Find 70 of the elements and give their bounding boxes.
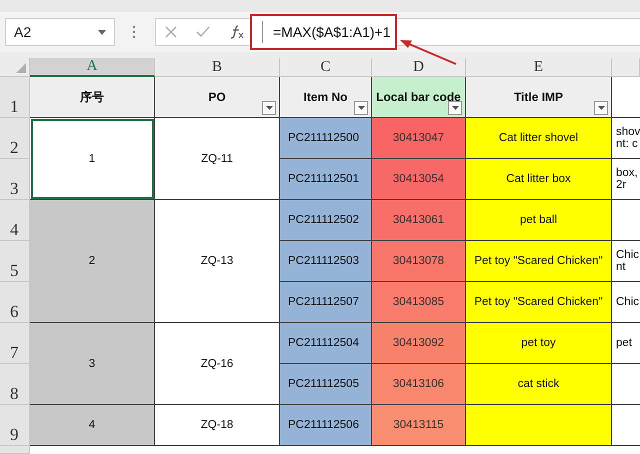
table-cell: 4	[30, 405, 155, 446]
table-cell: pet toy	[466, 323, 612, 364]
table-cell: 30413092	[372, 323, 466, 364]
table-cell: 2	[30, 200, 155, 323]
table-cell: 30413078	[372, 241, 466, 282]
table-cell: pet ball	[466, 200, 612, 241]
table-cell: ZQ-18	[155, 405, 280, 446]
table-cell: PC211112505	[280, 364, 372, 405]
table-cell: PC211112506	[280, 405, 372, 446]
table-cell: 30413085	[372, 282, 466, 323]
table-cell: PC211112503	[280, 241, 372, 282]
header-text: Title IMP	[514, 90, 564, 104]
table-cell: cat stick	[466, 364, 612, 405]
more-icon[interactable]	[131, 25, 137, 39]
table-cell: 30413054	[372, 159, 466, 200]
table-cell: ZQ-16	[155, 323, 280, 405]
table-cell: PC211112500	[280, 118, 372, 159]
table-cell: PC211112504	[280, 323, 372, 364]
column-header[interactable]: A	[30, 58, 155, 77]
caret-icon	[266, 106, 272, 110]
table-cell: PC211112507	[280, 282, 372, 323]
table-cell: Pet toy "Scared Chicken"	[466, 282, 612, 323]
filter-button[interactable]	[354, 101, 368, 115]
table-cell: PC211112502	[280, 200, 372, 241]
caret-icon	[598, 106, 604, 110]
table-cell: ZQ-11	[155, 118, 280, 200]
header-text: Local bar code	[376, 90, 461, 104]
table-cell: Chic	[612, 282, 640, 323]
table-cell: box, 2r	[612, 159, 640, 200]
check-icon[interactable]	[196, 26, 210, 38]
table-cell: Cat litter box	[466, 159, 612, 200]
row-header[interactable]: 8	[0, 364, 30, 405]
table-cell: PC211112501	[280, 159, 372, 200]
table-cell: 3	[30, 323, 155, 405]
column-header[interactable]: D	[372, 58, 466, 77]
table-cell: shov nt: c	[612, 118, 640, 159]
table-cell: 30413047	[372, 118, 466, 159]
table-cell: Pet toy "Scared Chicken"	[466, 241, 612, 282]
row-header[interactable]: 6	[0, 282, 30, 323]
row-header[interactable]: 3	[0, 159, 30, 200]
header-text: PO	[208, 90, 226, 104]
filter-button[interactable]	[594, 101, 608, 115]
dropdown-icon[interactable]	[98, 30, 106, 34]
row-header[interactable]: 5	[0, 241, 30, 282]
row-header[interactable]: 9	[0, 405, 30, 446]
row-header[interactable]: 1	[0, 77, 30, 118]
table-cell: Cat litter shovel	[466, 118, 612, 159]
row-header[interactable]: 2	[0, 118, 30, 159]
filter-button[interactable]	[448, 101, 462, 115]
function-icon[interactable]	[228, 25, 245, 39]
column-header[interactable]: E	[466, 58, 612, 77]
row-header[interactable]: 4	[0, 200, 30, 241]
table-cell: pet	[612, 323, 640, 364]
table-cell: Chic nt	[612, 241, 640, 282]
table-cell: 30413115	[372, 405, 466, 446]
header-text: Item No	[303, 90, 348, 104]
cell-reference: A2	[14, 24, 32, 40]
table-cell: ZQ-13	[155, 200, 280, 323]
filter-button[interactable]	[262, 101, 276, 115]
table-cell: 30413061	[372, 200, 466, 241]
formula-text[interactable]: =MAX($A$1:A1)+1	[273, 24, 391, 40]
column-header[interactable]: C	[280, 58, 372, 77]
caret-icon	[358, 106, 364, 110]
name-box[interactable]: A2	[5, 18, 115, 46]
table-cell: 30413106	[372, 364, 466, 405]
table-cell: 1	[30, 118, 155, 200]
header-text: 序号	[80, 88, 104, 106]
column-header[interactable]: B	[155, 58, 280, 77]
caret-icon	[452, 106, 458, 110]
row-header[interactable]: 7	[0, 323, 30, 364]
